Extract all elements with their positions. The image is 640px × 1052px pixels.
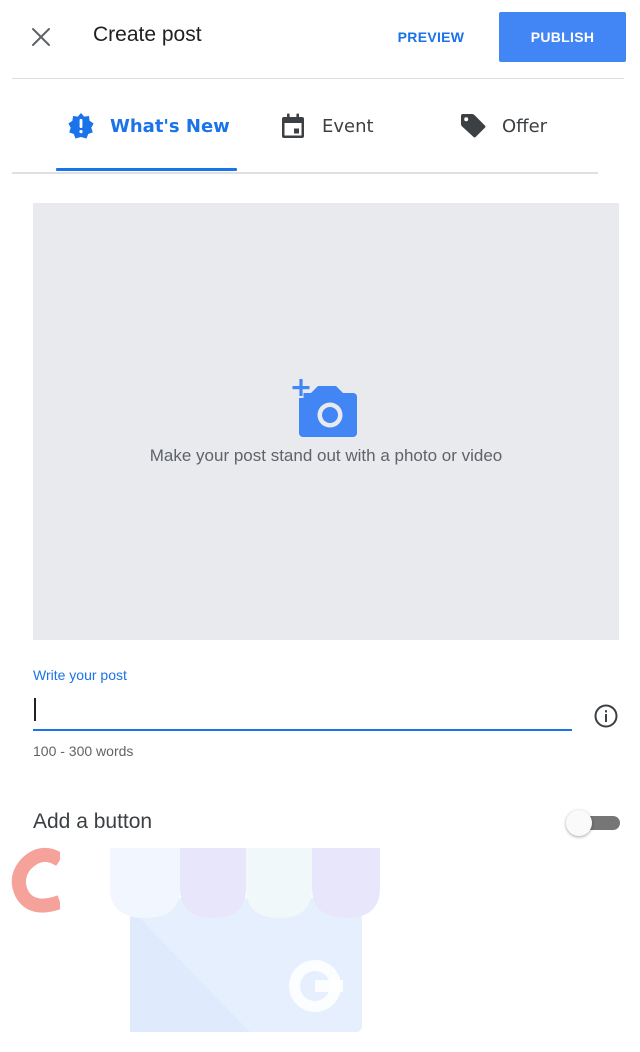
- alert-badge-icon: [66, 111, 96, 141]
- media-upload-area[interactable]: Make your post stand out with a photo or…: [33, 203, 619, 640]
- store-watermark-logo: [110, 848, 380, 1032]
- media-upload-text: Make your post stand out with a photo or…: [149, 446, 503, 465]
- word-count-hint: 100 - 300 words: [33, 743, 134, 759]
- publish-button[interactable]: PUBLISH: [499, 12, 626, 62]
- preview-button[interactable]: PREVIEW: [380, 14, 482, 60]
- add-button-label: Add a button: [33, 810, 153, 833]
- info-icon[interactable]: [593, 703, 619, 729]
- add-photo-icon: [291, 377, 357, 437]
- close-button[interactable]: [26, 22, 56, 52]
- page-title: Create post: [93, 23, 202, 46]
- calendar-icon: [278, 111, 308, 141]
- tab-whats-new-label: What's New: [110, 115, 230, 137]
- post-input-underline: [33, 729, 572, 731]
- post-text-input[interactable]: [33, 694, 572, 728]
- close-icon: [32, 28, 50, 46]
- tabs-divider: [12, 172, 598, 174]
- tab-event[interactable]: Event: [278, 106, 374, 146]
- tab-offer-label: Offer: [502, 115, 548, 137]
- watermark-letter-e: [11, 847, 60, 913]
- tab-offer[interactable]: Offer: [458, 106, 547, 146]
- add-button-toggle[interactable]: [566, 810, 620, 836]
- tag-icon: [458, 111, 488, 141]
- tab-whats-new[interactable]: What's New: [66, 106, 230, 146]
- header: Create post PREVIEW PUBLISH: [0, 0, 640, 78]
- text-caret: [34, 698, 36, 721]
- post-field-label: Write your post: [33, 667, 127, 683]
- active-tab-indicator: [56, 168, 237, 171]
- post-type-tabs: What's New Event Offer: [0, 80, 640, 174]
- toggle-thumb: [566, 810, 592, 836]
- tab-event-label: Event: [322, 115, 374, 137]
- header-divider: [12, 78, 624, 79]
